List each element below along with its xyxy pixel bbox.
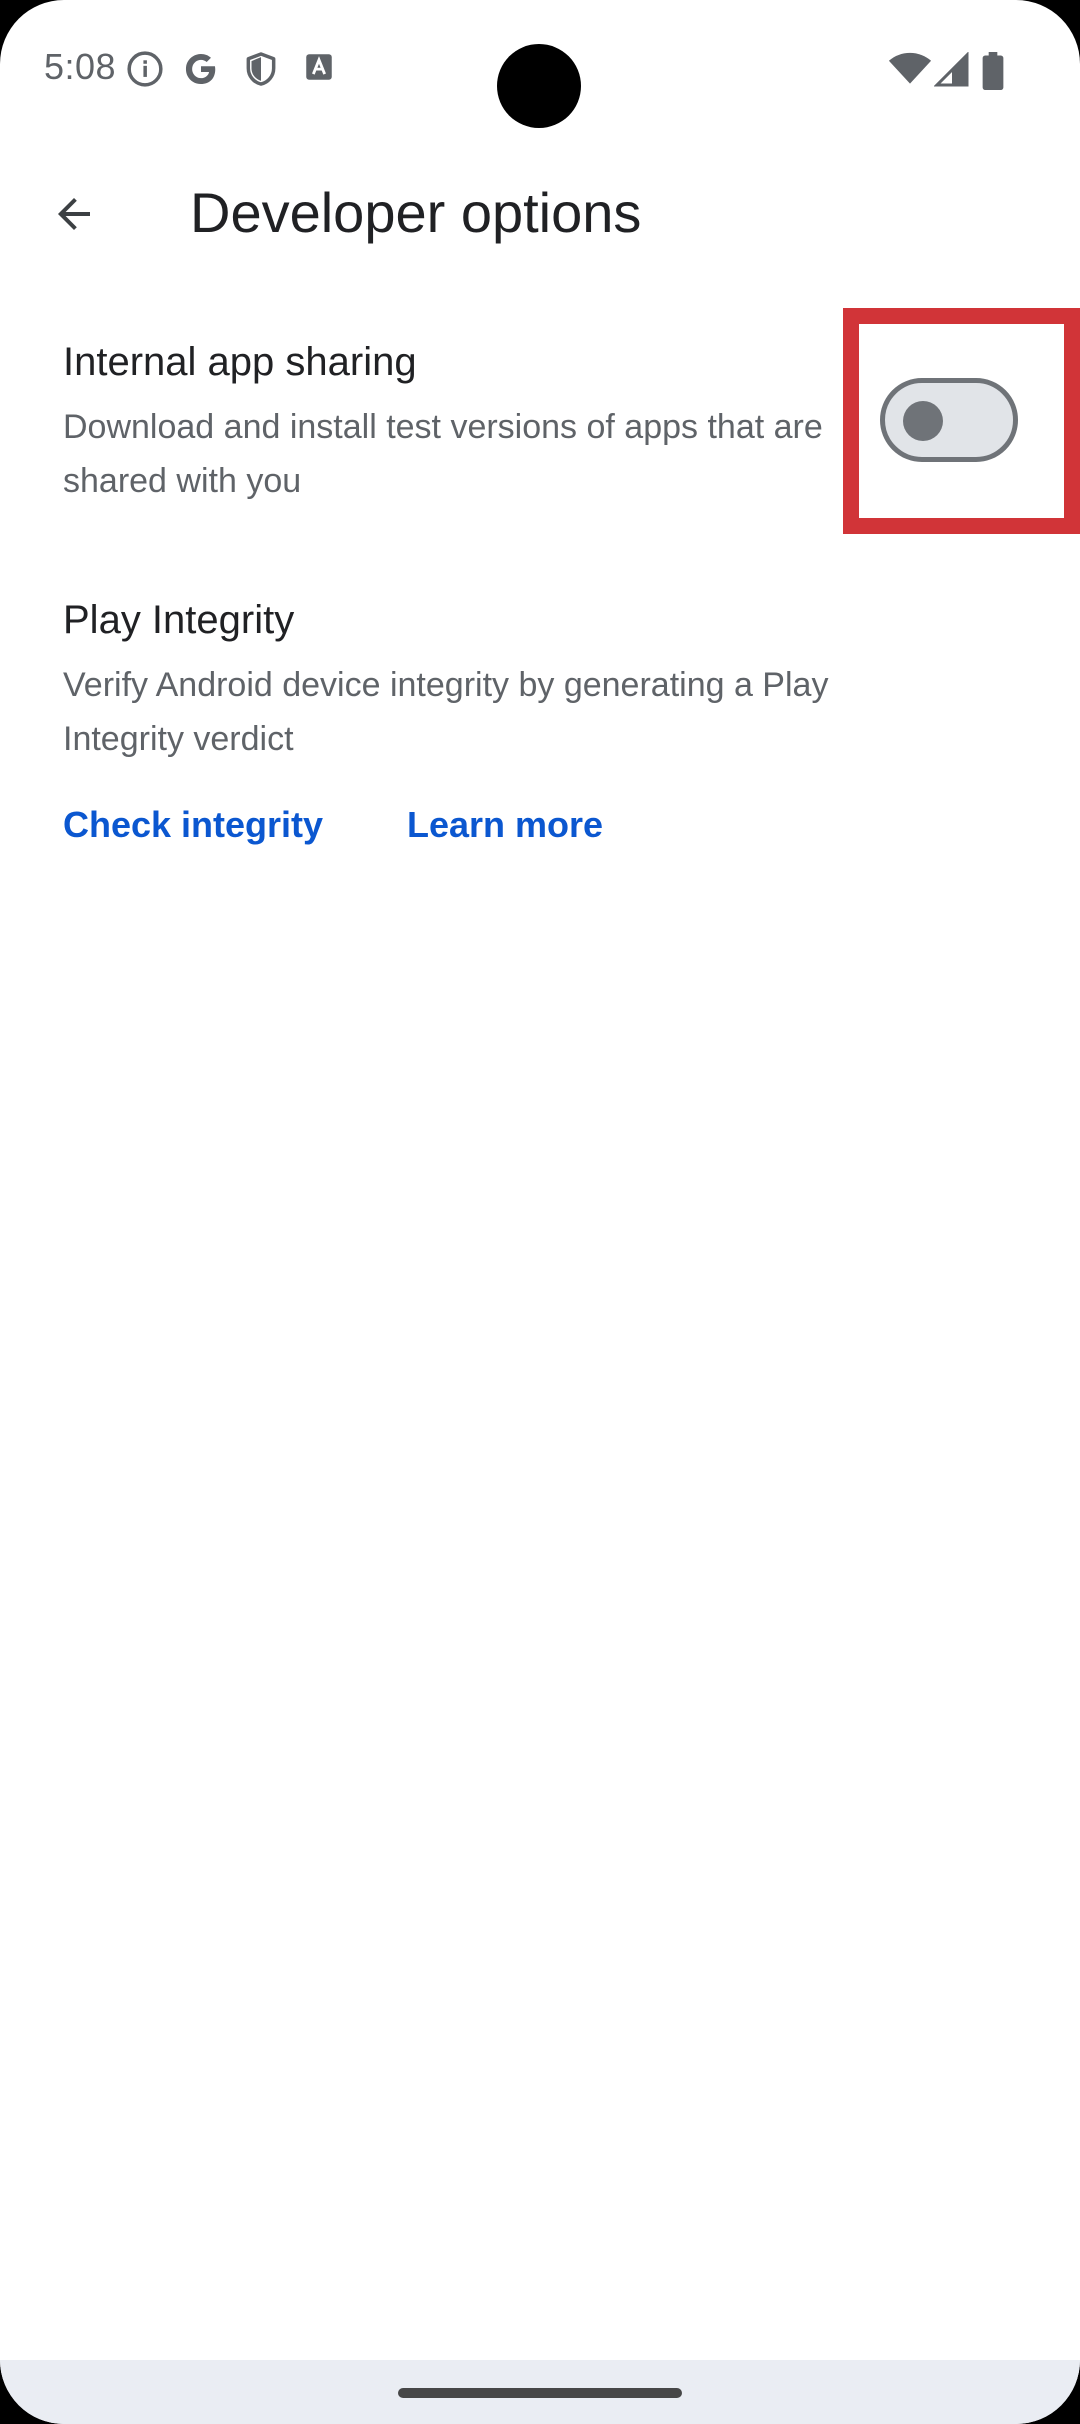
internal-app-sharing-toggle[interactable] (880, 378, 1018, 462)
page-title: Developer options (190, 181, 642, 244)
internal-app-sharing-title: Internal app sharing (63, 340, 417, 384)
screen: 5:08 Developer options Internal app shar… (0, 0, 1080, 2424)
wifi-icon (888, 52, 932, 91)
toggle-thumb (903, 401, 943, 441)
status-time: 5:08 (44, 46, 117, 87)
shield-icon (242, 50, 280, 93)
play-integrity-description: Verify Android device integrity by gener… (63, 666, 829, 758)
play-integrity-title: Play Integrity (63, 598, 295, 642)
signal-icon (933, 51, 970, 93)
info-icon (126, 50, 164, 93)
check-integrity-button[interactable]: Check integrity (63, 800, 323, 850)
google-icon (182, 50, 220, 93)
status-bar: 5:08 (0, 0, 1080, 140)
battery-icon (982, 52, 1004, 95)
internal-app-sharing-description: Download and install test versions of ap… (63, 408, 823, 500)
arrow-back-icon (58, 198, 90, 230)
learn-more-link[interactable]: Learn more (407, 800, 603, 850)
font-icon (302, 50, 336, 89)
back-button[interactable] (28, 168, 120, 260)
home-indicator[interactable] (398, 2388, 682, 2398)
front-camera (497, 44, 581, 128)
